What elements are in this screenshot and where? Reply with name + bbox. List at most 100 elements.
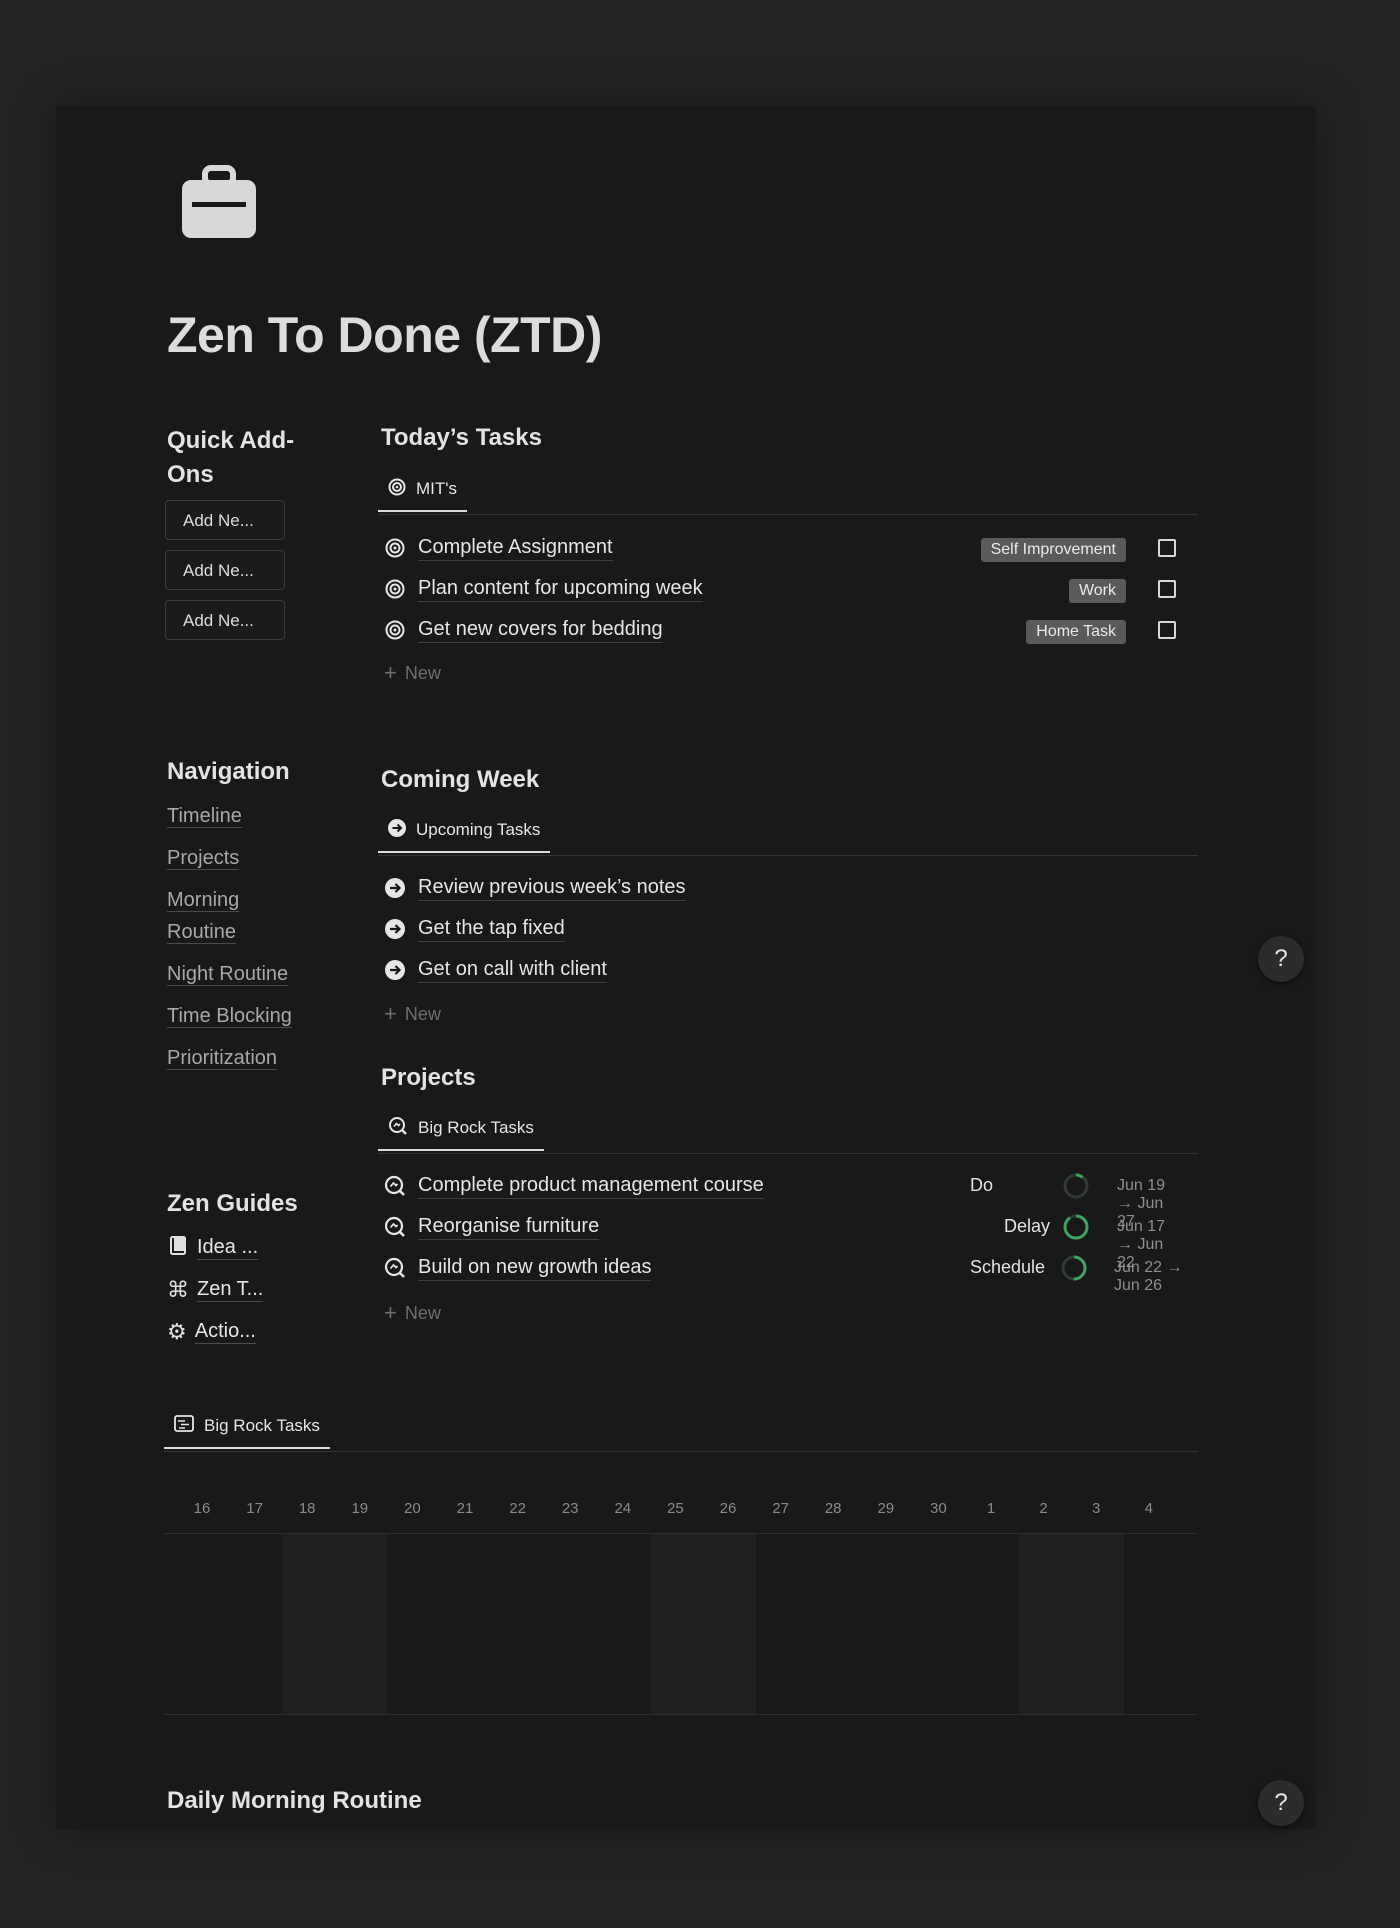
new-upcoming-button[interactable]: + New (384, 1001, 441, 1027)
timeline-day-label: 25 (667, 1500, 684, 1517)
zen-guides-heading: Zen Guides (167, 1190, 298, 1217)
timeline-day-label: 20 (404, 1500, 421, 1517)
command-icon: ⌘ (167, 1277, 189, 1302)
nav-link-prioritization[interactable]: Prioritization (167, 1042, 278, 1074)
timeline-day-label: 26 (719, 1500, 737, 1517)
task-title[interactable]: Complete Assignment (418, 536, 613, 561)
upcoming-row[interactable]: Review previous week’s notes (384, 870, 1184, 906)
project-row[interactable]: Reorganise furniture Delay Jun 17 → Jun … (384, 1209, 1184, 1271)
task-tag: Self Improvement (980, 538, 1126, 562)
task-title[interactable]: Plan content for upcoming week (418, 577, 703, 602)
guide-item-zen[interactable]: ⌘ Zen T... (167, 1274, 264, 1306)
timeline-day-label: 2 (1039, 1500, 1048, 1517)
upcoming-row[interactable]: Get the tap fixed (384, 911, 1184, 947)
projects-tabbar: Big Rock Tasks (378, 1107, 1198, 1154)
nav-link-time-blocking[interactable]: Time Blocking (167, 1000, 292, 1032)
gear-icon: ⚙ (167, 1319, 187, 1344)
weekend-band (651, 1534, 756, 1714)
weekend-band (282, 1534, 387, 1714)
upcoming-title[interactable]: Get the tap fixed (418, 917, 565, 942)
timeline-day-label: 16 (193, 1500, 211, 1517)
tab-mits[interactable]: MIT's (378, 468, 468, 512)
arrow-right-circle-icon (384, 877, 406, 899)
new-project-button[interactable]: + New (384, 1300, 441, 1326)
help-button[interactable]: ? (1258, 1780, 1304, 1826)
add-new-button[interactable]: Add Ne... (165, 600, 285, 640)
rock-search-icon (384, 1257, 406, 1279)
guide-item-label: Idea ... (197, 1236, 259, 1260)
task-checkbox[interactable] (1158, 621, 1176, 639)
tab-label: Big Rock Tasks (418, 1118, 534, 1137)
quick-addons-heading: Quick Add- Ons (167, 424, 294, 492)
project-dates: Jun 22 → Jun 26 (1114, 1259, 1183, 1294)
timeline-day-label: 17 (246, 1500, 263, 1517)
project-title[interactable]: Complete product management course (418, 1174, 764, 1199)
project-status: Schedule (970, 1257, 1046, 1277)
project-title[interactable]: Reorganise furniture (418, 1215, 600, 1240)
rock-search-icon (384, 1216, 406, 1238)
timeline-day-label: 18 (298, 1500, 316, 1517)
coming-week-tabbar: Upcoming Tasks (378, 809, 1198, 856)
briefcase-icon (178, 162, 260, 244)
target-icon (388, 478, 406, 501)
nav-link-projects[interactable]: Projects (167, 842, 240, 874)
guide-item-idea[interactable]: Idea ... (167, 1232, 259, 1264)
tab-big-rock-tasks[interactable]: Big Rock Tasks (378, 1107, 544, 1151)
task-checkbox[interactable] (1158, 539, 1176, 557)
timeline-tabbar: Big Rock Tasks (164, 1405, 1198, 1452)
timeline-day-label: 27 (772, 1500, 789, 1517)
weekend-band (1019, 1534, 1124, 1714)
nav-link-timeline[interactable]: Timeline (167, 800, 242, 832)
arrow-right-circle-icon (384, 918, 406, 940)
navigation-heading: Navigation (167, 758, 290, 785)
guide-item-action[interactable]: ⚙ Actio... (167, 1316, 256, 1348)
guide-item-label: Zen T... (197, 1278, 264, 1302)
projects-heading: Projects (381, 1064, 476, 1091)
tab-label: Big Rock Tasks (204, 1416, 320, 1435)
page: Zen To Done (ZTD) Quick Add- Ons Add Ne.… (56, 106, 1316, 1829)
nav-link-morning-routine[interactable]: Morning Routine (167, 884, 240, 948)
project-title[interactable]: Build on new growth ideas (418, 1256, 652, 1281)
timeline-day-label: 23 (561, 1500, 579, 1517)
task-checkbox[interactable] (1158, 580, 1176, 598)
timeline-day-label: 29 (877, 1500, 895, 1517)
target-icon (384, 578, 406, 600)
timeline-day-label: 28 (824, 1500, 842, 1517)
upcoming-title[interactable]: Get on call with client (418, 958, 607, 983)
add-new-button[interactable]: Add Ne... (165, 500, 285, 540)
plus-icon: + (384, 1300, 397, 1325)
add-new-button[interactable]: Add Ne... (165, 550, 285, 590)
guide-item-label: Actio... (194, 1320, 256, 1344)
tab-label: MIT's (416, 479, 458, 498)
task-tag: Work (1068, 579, 1126, 603)
timeline-day-label: 1 (986, 1500, 996, 1517)
timeline-day-label: 19 (351, 1500, 369, 1517)
task-row[interactable]: Plan content for upcoming week Work (384, 571, 1184, 607)
tab-upcoming-tasks[interactable]: Upcoming Tasks (378, 809, 551, 853)
project-row[interactable]: Complete product management course Do Ju… (384, 1168, 1184, 1230)
quick-addons-heading-line1: Quick Add- (167, 427, 295, 454)
upcoming-title[interactable]: Review previous week’s notes (418, 876, 686, 901)
new-task-button[interactable]: + New (384, 660, 441, 686)
nav-link-night-routine[interactable]: Night Routine (167, 958, 289, 990)
task-row[interactable]: Get new covers for bedding Home Task (384, 612, 1184, 648)
plus-icon: + (384, 660, 397, 685)
task-title[interactable]: Get new covers for bedding (418, 618, 663, 643)
page-title: Zen To Done (ZTD) (167, 307, 602, 363)
progress-ring (1063, 1173, 1089, 1199)
timeline-day-label: 4 (1144, 1500, 1153, 1517)
new-label: New (404, 1003, 441, 1024)
timeline-day-label: 22 (509, 1500, 526, 1517)
project-row[interactable]: Build on new growth ideas Schedule Jun 2… (384, 1250, 1184, 1294)
upcoming-row[interactable]: Get on call with client (384, 952, 1184, 988)
todays-tasks-heading: Today’s Tasks (381, 424, 542, 451)
new-label: New (404, 662, 441, 683)
tab-timeline-big-rock-tasks[interactable]: Big Rock Tasks (164, 1405, 330, 1449)
rock-search-icon (384, 1175, 406, 1197)
book-icon (167, 1234, 189, 1262)
task-row[interactable]: Complete Assignment Self Improvement (384, 530, 1184, 566)
timeline-day-header: 16 17 18 19 20 21 22 23 24 25 26 27 28 29 30 1 2 3 4 (164, 1500, 1198, 1524)
help-button[interactable]: ? (1258, 936, 1304, 982)
timeline-grid (164, 1533, 1198, 1715)
project-status: Delay (1004, 1216, 1051, 1236)
